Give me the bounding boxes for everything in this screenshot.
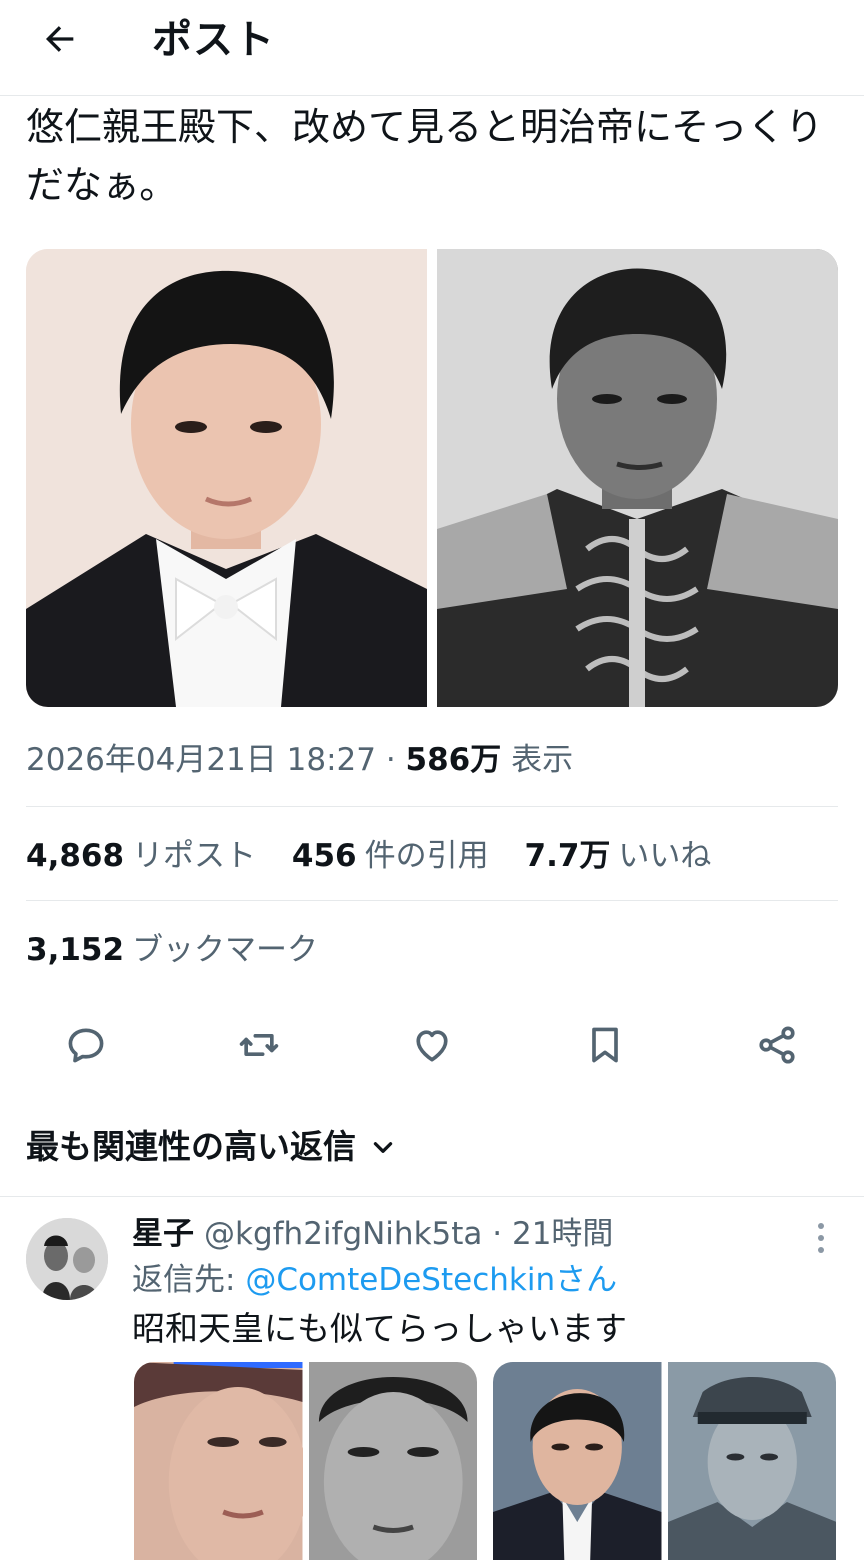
action-bar (0, 1010, 864, 1080)
more-dot-icon (818, 1235, 824, 1241)
engagement-stats: 4,868 リポスト 456 件の引用 7.7万 いいね (26, 834, 737, 878)
divider (26, 900, 838, 901)
reply-to-line: 返信先: @ComteDeStechkinさん (132, 1258, 617, 1302)
bookmarks-label: ブックマーク (132, 932, 319, 968)
views-count: 586万 (405, 742, 502, 778)
like-icon (416, 1030, 448, 1062)
divider (26, 806, 838, 807)
more-dot-icon (818, 1247, 824, 1253)
reply-to-link[interactable]: @ComteDeStechkinさん (245, 1262, 617, 1298)
tweet-meta: 2026年04月21日 18:27 · 586万 表示 (26, 738, 573, 782)
reply-text: 昭和天皇にも似てらっしゃいます (132, 1309, 627, 1348)
reply-photo-1-right (308, 1362, 477, 1560)
share-button[interactable] (752, 1020, 802, 1070)
tweet-photo-1[interactable] (26, 249, 427, 707)
quotes-count: 456 (291, 838, 357, 874)
tweet-text: 悠仁親王殿下、改めて見ると明治帝にそっくりだなぁ。 (26, 105, 824, 207)
like-button[interactable] (407, 1020, 457, 1070)
reply-button[interactable] (61, 1020, 111, 1070)
more-options-button[interactable] (806, 1218, 836, 1258)
bookmark-icon (592, 1027, 618, 1063)
chevron-down-icon (373, 1142, 393, 1153)
meta-separator: · (375, 742, 406, 778)
reply-photo-2[interactable] (493, 1362, 836, 1560)
tweet-photo-2[interactable] (437, 249, 838, 707)
reply-author-name[interactable]: 星子 (132, 1216, 194, 1252)
reply-photo-2-left (493, 1362, 662, 1560)
back-button[interactable] (30, 14, 90, 64)
tweet-timestamp[interactable]: 2026年04月21日 18:27 (26, 742, 376, 778)
repost-button[interactable] (234, 1020, 284, 1070)
reply-sort-selector[interactable]: 最も関連性の高い返信 (26, 1124, 396, 1170)
divider (0, 1196, 864, 1197)
tweet-media (26, 249, 838, 707)
reply-photo-2-right (667, 1362, 836, 1560)
likes-count: 7.7万 (524, 838, 611, 874)
reply-photo-1[interactable] (134, 1362, 477, 1560)
reply-icon (68, 1028, 104, 1063)
bookmarks-count: 3,152 (26, 932, 125, 968)
reply-sort-label: 最も関連性の高い返信 (26, 1127, 356, 1166)
likes-label: いいね (618, 838, 712, 874)
reposts-stat[interactable]: 4,868 リポスト (26, 834, 256, 878)
views-label: 表示 (501, 742, 574, 778)
bookmark-stats: 3,152 ブックマーク (26, 928, 344, 972)
likes-stat[interactable]: 7.7万 いいね (525, 834, 712, 878)
reply-media (134, 1362, 836, 1560)
avatar[interactable] (26, 1218, 108, 1300)
arrow-left-icon (46, 26, 74, 52)
top-bar: ポスト (0, 0, 864, 96)
quotes-stat[interactable]: 456 件の引用 (292, 834, 489, 878)
reply-time[interactable]: · 21時間 (492, 1216, 613, 1252)
quotes-label: 件の引用 (364, 838, 489, 874)
page-title: ポスト (152, 17, 275, 63)
reposts-label: リポスト (132, 838, 257, 874)
reply-to-prefix: 返信先: (132, 1262, 246, 1298)
bookmarks-stat[interactable]: 3,152 ブックマーク (26, 928, 318, 972)
reply-header: 星子 @kgfh2ifgNihk5ta · 21時間 (132, 1212, 613, 1256)
bookmark-button[interactable] (580, 1020, 630, 1070)
repost-icon (239, 1034, 279, 1056)
reply-author-handle[interactable]: @kgfh2ifgNihk5ta (204, 1216, 482, 1252)
reposts-count: 4,868 (26, 838, 125, 874)
more-dot-icon (818, 1223, 824, 1229)
share-icon (759, 1026, 795, 1064)
reply-photo-1-left (134, 1362, 303, 1560)
reply-item[interactable]: 星子 @kgfh2ifgNihk5ta · 21時間 返信先: @ComteDeS… (0, 1206, 864, 1560)
